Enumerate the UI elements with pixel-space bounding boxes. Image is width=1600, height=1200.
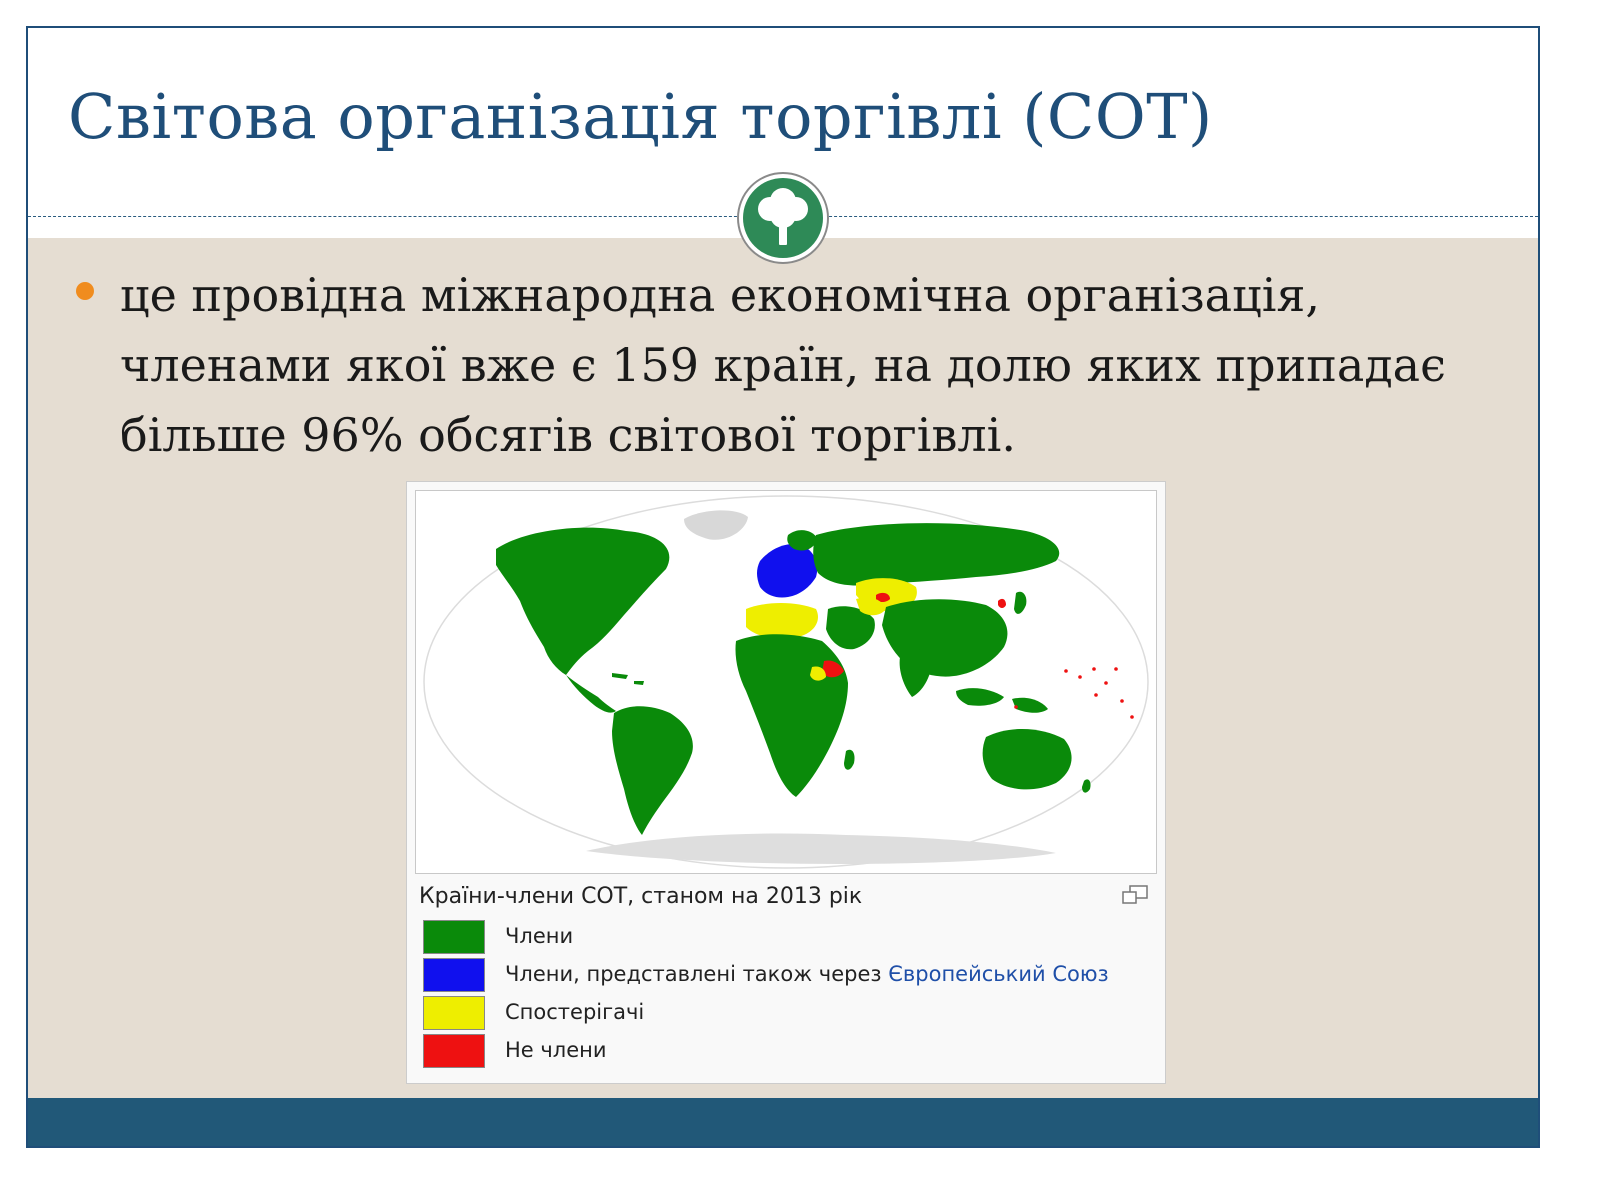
map-legend: Члени Члени, представлені також через Єв…: [423, 920, 1143, 1072]
legend-swatch-non-members: [423, 1034, 485, 1068]
map-caption: Країни-члени СОТ, станом на 2013 рік: [419, 884, 863, 909]
legend-label-eu-members: Члени, представлені також через Європейс…: [505, 962, 1109, 986]
legend-swatch-eu-members: [423, 958, 485, 992]
legend-label-observers: Спостерігачі: [505, 1000, 645, 1024]
tree-icon: [737, 172, 829, 264]
legend-swatch-members: [423, 920, 485, 954]
wto-map-figure: Країни-члени СОТ, станом на 2013 рік Чле…: [406, 481, 1166, 1084]
slide-title: Світова організація торгівлі (СОТ): [68, 80, 1213, 153]
bullet-item: це провідна міжнародна економічна органі…: [76, 260, 1506, 470]
footer-bar: [28, 1098, 1538, 1146]
legend-item-members: Члени: [423, 920, 1143, 958]
slide: Світова організація торгівлі (СОТ) це пр…: [26, 26, 1540, 1148]
legend-item-observers: Спостерігачі: [423, 996, 1143, 1034]
bullet-marker: [76, 282, 94, 300]
legend-label-non-members: Не члени: [505, 1038, 607, 1062]
enlarge-icon[interactable]: [1121, 885, 1149, 905]
world-map: [423, 495, 1149, 869]
legend-swatch-observers: [423, 996, 485, 1030]
eu-link[interactable]: Європейський Союз: [888, 962, 1108, 986]
legend-label-members: Члени: [505, 924, 574, 948]
bullet-text: це провідна міжнародна економічна органі…: [120, 268, 1446, 462]
legend-item-non-members: Не члени: [423, 1034, 1143, 1072]
legend-label-eu-text: Члени, представлені також через: [505, 962, 889, 986]
map-frame[interactable]: [415, 490, 1157, 874]
legend-item-eu-members: Члени, представлені також через Європейс…: [423, 958, 1143, 996]
